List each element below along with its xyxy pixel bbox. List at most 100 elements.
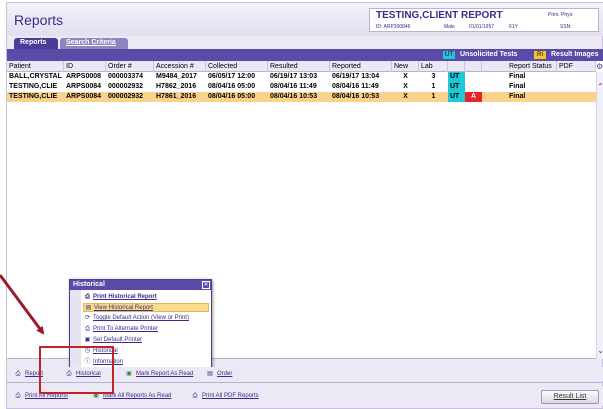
printer-icon: ⎙ bbox=[85, 294, 90, 300]
col-new[interactable]: New bbox=[392, 61, 419, 72]
print-all-reports-label: Print All Reports bbox=[25, 393, 69, 399]
mark-all-read-label: Mark All Reports As Read bbox=[103, 393, 172, 399]
cell-order: 000002932 bbox=[108, 83, 144, 90]
result-list-button[interactable]: Result List bbox=[541, 390, 599, 404]
cell-new: X bbox=[403, 83, 408, 90]
report-button[interactable]: ⎙ Report bbox=[14, 370, 43, 379]
menu-item-print-historical[interactable]: ⎙ Print Historical Report bbox=[83, 293, 209, 302]
historical-popup-menu: Historical ✕ ⎙ Print Historical Report ▤… bbox=[69, 279, 212, 369]
report-label: Report bbox=[25, 371, 44, 377]
col-reported[interactable]: Reported bbox=[330, 61, 392, 72]
cell-resulted: 08/04/16 10:53 bbox=[270, 93, 318, 100]
historical-label: Historical bbox=[76, 371, 101, 377]
cell-id: ARPS0084 bbox=[66, 93, 102, 100]
settings-gear-icon[interactable]: ⚙ bbox=[596, 61, 603, 72]
document-icon: ▤ bbox=[85, 305, 92, 311]
cell-patient: TESTING,CLIE bbox=[9, 83, 58, 90]
table-row-selected[interactable]: TESTING,CLIE ARPS0084 000002932 H7861_20… bbox=[7, 92, 596, 102]
bulk-action-toolbar: ⎙ Print All Reports ▣ Mark All Reports A… bbox=[7, 386, 603, 406]
menu-item-label: Set Default Printer bbox=[93, 337, 143, 343]
prim-phys-label: Prim. Phys: bbox=[548, 12, 574, 18]
popup-title: Historical bbox=[70, 280, 211, 290]
scroll-up-icon[interactable]: ⌃ bbox=[597, 82, 603, 91]
cell-collected: 08/04/16 05:00 bbox=[208, 93, 256, 100]
col-resulted[interactable]: Resulted bbox=[268, 61, 330, 72]
popup-icon-gutter bbox=[70, 290, 81, 368]
col-report-status[interactable]: Report Status bbox=[507, 61, 557, 72]
legend-bar: UT Unsolicited Tests RI Result Images bbox=[7, 49, 603, 61]
col-patient[interactable]: Patient bbox=[7, 61, 64, 72]
printer-icon: ⎙ bbox=[15, 371, 21, 377]
cell-report-status: Final bbox=[509, 93, 526, 100]
title-bar: Reports TESTING,CLIENT REPORT ID: ARP300… bbox=[7, 3, 603, 36]
cell-accession: H7861_2016 bbox=[156, 93, 197, 100]
abnormal-flag-badge: A bbox=[465, 92, 482, 102]
menu-item-set-default-printer[interactable]: ▣ Set Default Printer bbox=[83, 336, 209, 345]
printer-icon: ⎙ bbox=[192, 393, 198, 399]
menu-item-label: View Historical Report bbox=[94, 305, 153, 311]
menu-item-information[interactable]: ⓘ Information bbox=[83, 358, 209, 367]
table-row[interactable]: TESTING,CLIE ARPS0084 000002932 H7862_20… bbox=[7, 82, 596, 92]
order-button[interactable]: ▤ Order bbox=[206, 370, 232, 379]
printer-set-icon: ▣ bbox=[84, 337, 91, 343]
patient-id: ID: ARP300846 bbox=[376, 24, 411, 30]
col-pdf[interactable]: PDF bbox=[557, 61, 596, 72]
cell-lab: 1 bbox=[431, 93, 436, 100]
menu-item-label: Toggle Default Action (View or Print) bbox=[93, 315, 189, 321]
menu-item-toggle-default-action[interactable]: ⟳ Toggle Default Action (View or Print) bbox=[83, 314, 209, 323]
order-label: Order bbox=[217, 371, 233, 377]
toolbar-divider bbox=[7, 382, 603, 383]
cell-order: 000002932 bbox=[108, 93, 144, 100]
patient-banner: TESTING,CLIENT REPORT ID: ARP300846 Male… bbox=[369, 8, 599, 32]
reports-window: Reports TESTING,CLIENT REPORT ID: ARP300… bbox=[6, 2, 603, 409]
patient-dob: 01/01/1957 bbox=[469, 24, 495, 30]
ri-legend-badge: RI bbox=[534, 51, 546, 59]
table-row[interactable]: BALL,CRYSTAL ARPS0008 000003374 M9484_20… bbox=[7, 72, 596, 82]
cell-accession: H7862_2016 bbox=[156, 83, 197, 90]
mark-report-read-button[interactable]: ▣ Mark Report As Read bbox=[125, 370, 193, 379]
tab-reports[interactable]: Reports bbox=[14, 38, 58, 49]
menu-item-label: Information bbox=[93, 359, 124, 365]
historical-button[interactable]: ⎙ Historical bbox=[65, 370, 101, 379]
checkbox-icon: ▣ bbox=[93, 393, 99, 399]
cell-accession: M9484_2017 bbox=[156, 73, 197, 80]
ut-legend-label: Unsolicited Tests bbox=[460, 51, 518, 58]
mark-all-read-button[interactable]: ▣ Mark All Reports As Read bbox=[92, 392, 171, 401]
cell-collected: 08/04/16 05:00 bbox=[208, 83, 256, 90]
close-icon[interactable]: ✕ bbox=[202, 281, 210, 289]
cell-resulted: 06/19/17 13:03 bbox=[270, 73, 318, 80]
toggle-icon: ⟳ bbox=[84, 315, 91, 321]
cell-reported: 08/04/16 10:53 bbox=[332, 93, 380, 100]
ut-flag-badge: UT bbox=[448, 92, 465, 102]
col-order[interactable]: Order # bbox=[106, 61, 154, 72]
menu-item-print-alternate[interactable]: ⎙ Print To Alternate Printer bbox=[83, 325, 209, 334]
tab-search-criteria[interactable]: Search Criteria bbox=[60, 38, 128, 49]
cell-reported: 06/19/17 13:04 bbox=[332, 73, 380, 80]
menu-item-label: Print Historical Report bbox=[93, 294, 157, 300]
cell-lab: 3 bbox=[431, 73, 436, 80]
col-id[interactable]: ID bbox=[64, 61, 106, 72]
col-flag-2[interactable] bbox=[465, 61, 482, 72]
menu-item-view-historical[interactable]: ▤ View Historical Report bbox=[83, 303, 209, 312]
col-lab[interactable]: Lab bbox=[419, 61, 448, 72]
print-all-pdf-label: Print All PDF Reports bbox=[202, 393, 259, 399]
menu-item-historical[interactable]: ◷ Historical bbox=[83, 347, 209, 356]
scroll-down-icon[interactable]: ⌄ bbox=[597, 346, 603, 355]
grid-header: Patient ID Order # Accession # Collected… bbox=[7, 61, 596, 72]
cell-id: ARPS0084 bbox=[66, 83, 102, 90]
col-accession[interactable]: Accession # bbox=[154, 61, 206, 72]
ut-legend-badge: UT bbox=[443, 51, 455, 59]
checkbox-icon: ▣ bbox=[126, 371, 132, 377]
print-all-pdf-button[interactable]: ⎙ Print All PDF Reports bbox=[191, 392, 259, 401]
cell-collected: 06/05/17 12:00 bbox=[208, 73, 256, 80]
patient-age: 61Y bbox=[509, 24, 518, 30]
print-all-reports-button[interactable]: ⎙ Print All Reports bbox=[14, 392, 68, 401]
cell-new: X bbox=[403, 93, 408, 100]
patient-name: TESTING,CLIENT REPORT bbox=[376, 10, 503, 21]
menu-item-label: Historical bbox=[93, 348, 118, 354]
col-flag-1[interactable] bbox=[448, 61, 465, 72]
col-collected[interactable]: Collected bbox=[206, 61, 268, 72]
cell-reported: 08/04/16 11:49 bbox=[332, 83, 379, 90]
cell-report-status: Final bbox=[509, 73, 526, 80]
vertical-scrollbar[interactable]: ⌃ ⌄ bbox=[596, 72, 603, 359]
